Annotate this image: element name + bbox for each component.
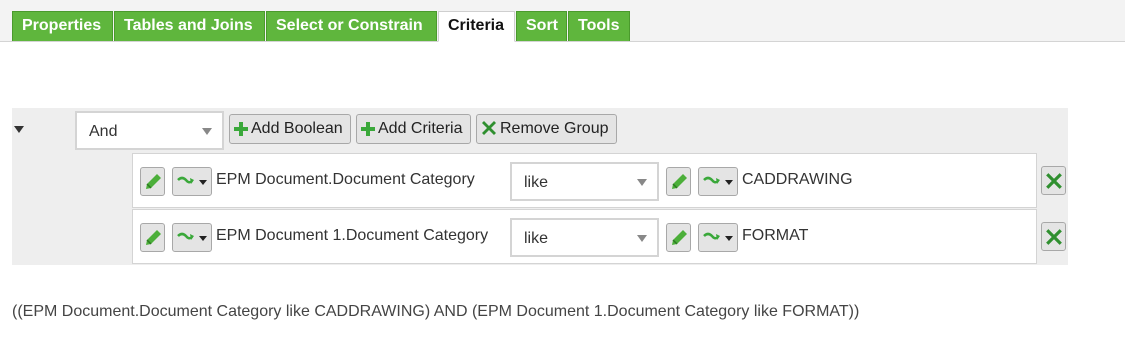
chevron-down-icon — [202, 127, 212, 135]
criteria-summary: ((EPM Document.Document Category like CA… — [12, 303, 860, 320]
tab-tools[interactable]: Tools — [568, 11, 630, 41]
criteria-operator-value: like — [524, 174, 549, 191]
remove-criteria-button[interactable] — [1041, 222, 1066, 251]
criteria-operator-select[interactable]: like — [510, 218, 659, 257]
add-criteria-label: Add Criteria — [378, 120, 463, 137]
edit-attribute-button[interactable] — [140, 167, 165, 196]
remove-group-label: Remove Group — [500, 120, 609, 137]
edit-attribute-button[interactable] — [140, 223, 165, 252]
remove-x-icon — [1046, 173, 1062, 189]
attribute-options-dropdown[interactable] — [172, 167, 212, 196]
chevron-down-icon — [199, 180, 207, 185]
add-boolean-button[interactable]: Add Boolean — [229, 114, 351, 144]
attribute-options-dropdown[interactable] — [172, 223, 212, 252]
value-options-dropdown[interactable] — [698, 167, 738, 196]
arrow-swap-icon — [703, 176, 720, 184]
chevron-down-icon — [725, 236, 733, 241]
criteria-value: CADDRAWING — [742, 171, 853, 188]
chevron-down-icon — [725, 180, 733, 185]
plus-icon — [234, 122, 248, 136]
add-criteria-button[interactable]: Add Criteria — [356, 114, 471, 144]
plus-icon — [361, 122, 375, 136]
tab-criteria[interactable]: Criteria — [438, 11, 515, 42]
collapse-caret-icon[interactable] — [14, 126, 24, 133]
tab-sort[interactable]: Sort — [516, 11, 567, 41]
criteria-operator-select[interactable]: like — [510, 162, 659, 201]
boolean-operator-value: And — [89, 123, 118, 140]
criteria-attribute: EPM Document.Document Category — [216, 171, 475, 188]
criteria-attribute: EPM Document 1.Document Category — [216, 227, 489, 244]
criteria-value: FORMAT — [742, 227, 809, 244]
remove-x-icon — [1046, 229, 1062, 245]
boolean-operator-select[interactable]: And — [75, 111, 224, 150]
edit-value-button[interactable] — [666, 223, 691, 252]
arrow-swap-icon — [703, 232, 720, 240]
add-boolean-label: Add Boolean — [251, 120, 343, 137]
tab-properties[interactable]: Properties — [12, 11, 113, 41]
remove-group-button[interactable]: Remove Group — [476, 114, 617, 144]
tab-bar: Properties Tables and Joins Select or Co… — [0, 0, 1125, 42]
chevron-down-icon — [637, 234, 647, 242]
value-options-dropdown[interactable] — [698, 223, 738, 252]
arrow-swap-icon — [177, 176, 194, 184]
remove-criteria-button[interactable] — [1041, 166, 1066, 195]
criteria-operator-value: like — [524, 230, 549, 247]
arrow-swap-icon — [177, 232, 194, 240]
remove-x-icon — [482, 121, 496, 135]
tab-select-or-constrain[interactable]: Select or Constrain — [266, 11, 437, 41]
pencil-icon — [672, 230, 687, 245]
chevron-down-icon — [637, 178, 647, 186]
chevron-down-icon — [199, 236, 207, 241]
edit-value-button[interactable] — [666, 167, 691, 196]
pencil-icon — [672, 174, 687, 189]
pencil-icon — [146, 230, 161, 245]
pencil-icon — [146, 174, 161, 189]
tab-tables-and-joins[interactable]: Tables and Joins — [114, 11, 265, 41]
